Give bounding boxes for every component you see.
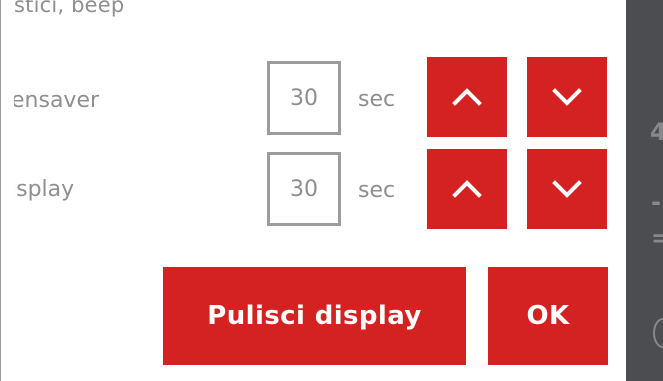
display-unit: sec (358, 178, 396, 203)
settings-dialog: stici, beep ensaver 30 sec isplay 30 sec… (14, 0, 626, 381)
chevron-down-icon (547, 85, 587, 109)
clean-display-button[interactable]: Pulisci display (163, 267, 466, 365)
chevron-up-icon (447, 85, 487, 109)
ok-button[interactable]: OK (488, 267, 608, 365)
display-decrease-button[interactable] (527, 149, 607, 229)
display-increase-button[interactable] (427, 149, 507, 229)
screensaver-label: ensaver (14, 88, 100, 113)
previous-setting-text: stici, beep (14, 0, 125, 17)
background-glyph: - (651, 188, 661, 216)
left-edge (0, 0, 15, 381)
background-panel-strip: 4 - = (626, 0, 663, 381)
chevron-up-icon (447, 177, 487, 201)
screensaver-decrease-button[interactable] (527, 57, 607, 137)
display-label: isplay (14, 177, 75, 202)
background-glyph: 4 (650, 118, 663, 146)
background-circle-icon (653, 318, 663, 348)
screensaver-value-field[interactable]: 30 (267, 61, 341, 135)
background-glyph: = (651, 224, 663, 252)
display-value-field[interactable]: 30 (267, 152, 341, 226)
chevron-down-icon (547, 177, 587, 201)
screensaver-unit: sec (358, 87, 396, 112)
screensaver-increase-button[interactable] (427, 57, 507, 137)
